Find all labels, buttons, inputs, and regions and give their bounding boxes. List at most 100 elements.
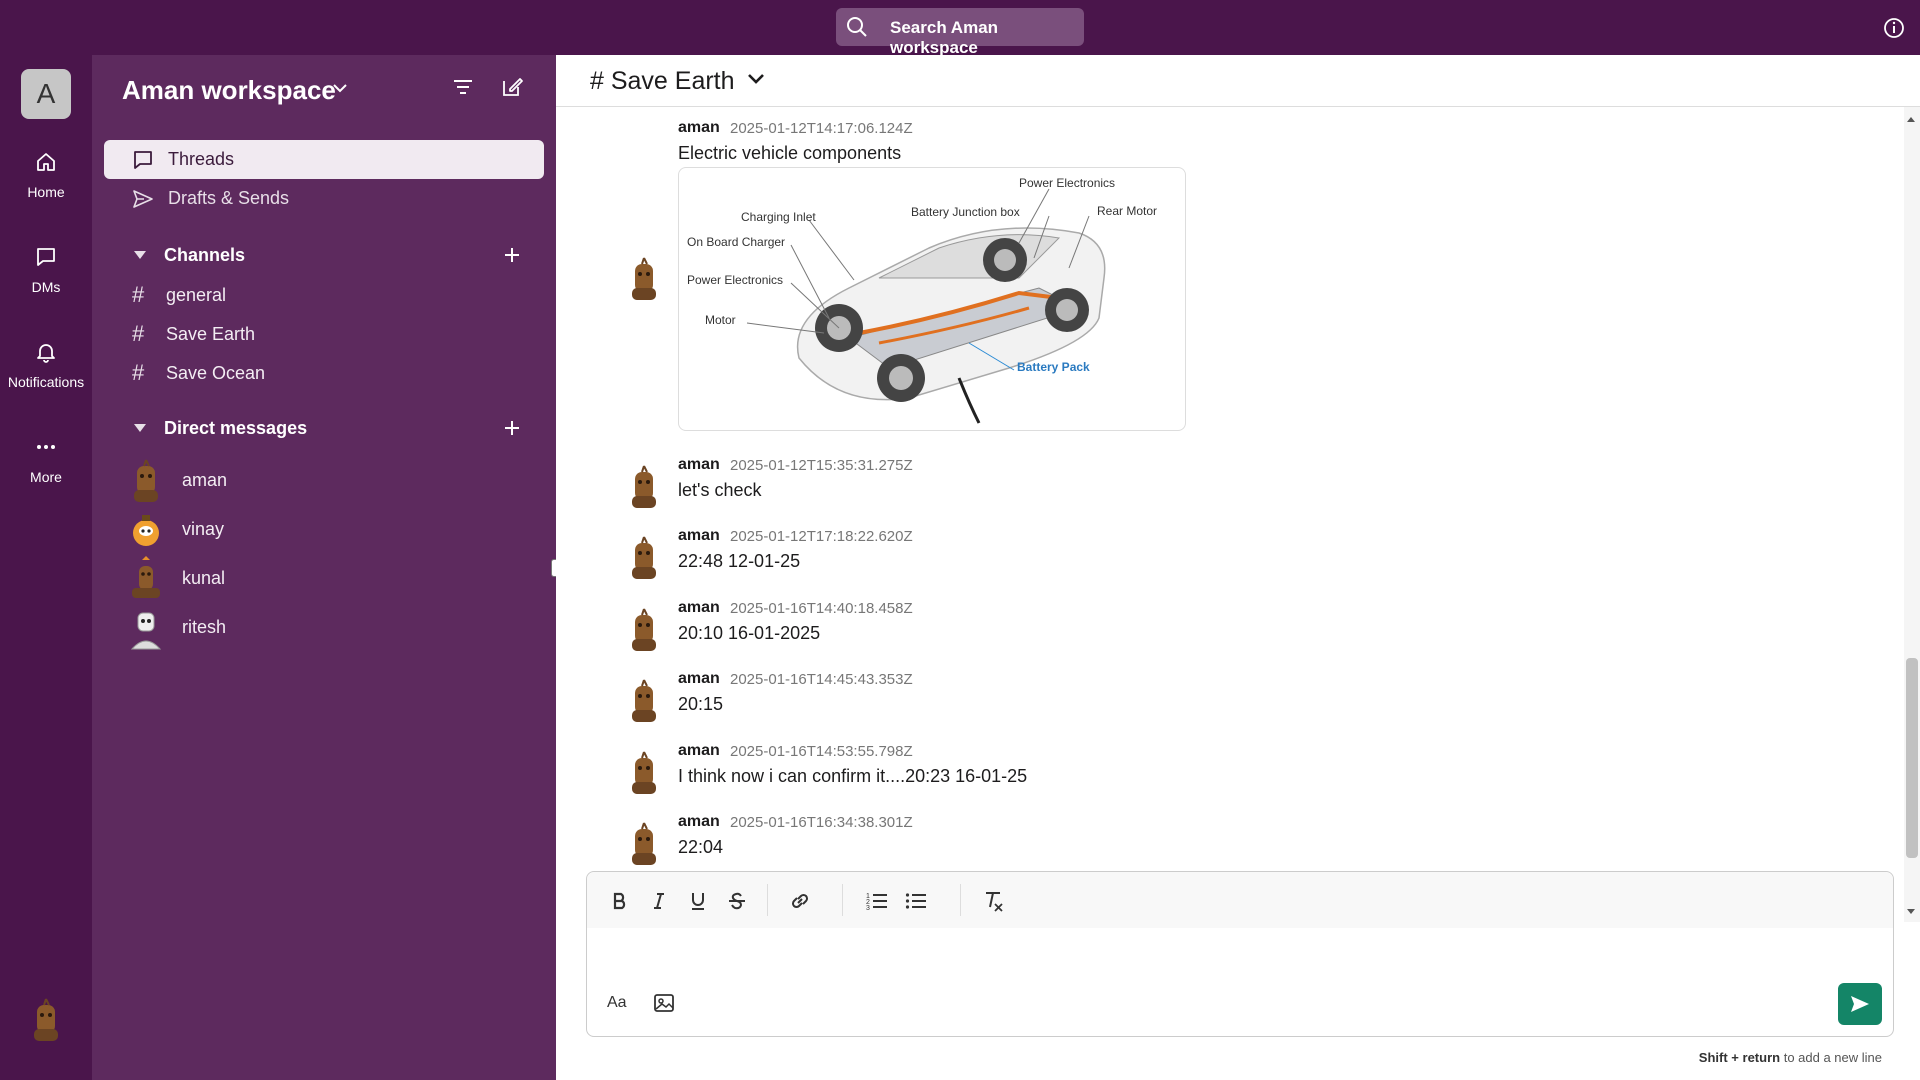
- chevron-down-icon[interactable]: [746, 71, 766, 87]
- message-author[interactable]: aman: [678, 813, 720, 831]
- dms-section-header[interactable]: Direct messages: [92, 414, 556, 444]
- home-icon: [37, 153, 55, 171]
- toolbar-divider: [767, 884, 768, 916]
- user-avatar[interactable]: [28, 995, 64, 1045]
- add-channel-icon[interactable]: [502, 245, 522, 265]
- channel-item-save-earth[interactable]: # Save Earth: [92, 317, 556, 351]
- chevron-down-icon[interactable]: [332, 81, 348, 95]
- composer-hint: Shift + return to add a new line: [1699, 1050, 1882, 1065]
- diagram-label: On Board Charger: [687, 235, 785, 249]
- send-button[interactable]: [1838, 983, 1882, 1025]
- add-dm-icon[interactable]: [502, 418, 522, 438]
- workspace-name[interactable]: Aman workspace: [122, 75, 336, 106]
- avatar: [133, 515, 159, 546]
- channel-item-general[interactable]: # general: [92, 278, 556, 312]
- rail-dms[interactable]: DMs: [0, 245, 92, 295]
- top-bar: Search Aman workspace: [0, 0, 1920, 57]
- avatar: [632, 679, 656, 722]
- rail-notifications[interactable]: Notifications: [0, 340, 92, 390]
- search-icon: [847, 17, 867, 37]
- ordered-list-button[interactable]: 123: [862, 886, 892, 916]
- avatar: [632, 465, 656, 508]
- avatar: [632, 536, 656, 579]
- message-text: 20:15: [678, 694, 724, 714]
- dm-item-vinay[interactable]: vinay: [92, 505, 556, 553]
- channel-header: # Save Earth: [556, 55, 1920, 107]
- dm-item-aman[interactable]: aman: [92, 456, 556, 504]
- info-icon[interactable]: [1883, 17, 1905, 39]
- toolbar-divider: [960, 884, 961, 916]
- message-timestamp: 2025-01-16T14:40:18.458Z: [730, 600, 913, 617]
- message-text: 20:10 16-01-2025: [678, 623, 821, 643]
- dm-label: vinay: [182, 519, 225, 539]
- message-author[interactable]: aman: [678, 742, 720, 760]
- message-list: aman 2025-01-12T14:17:06.124Z Electric v…: [556, 107, 1920, 922]
- dm-item-ritesh[interactable]: ritesh: [92, 603, 556, 651]
- link-button[interactable]: [785, 886, 815, 916]
- image-upload-icon[interactable]: [653, 992, 675, 1014]
- diagram-label: Charging Inlet: [741, 210, 816, 224]
- clear-format-button[interactable]: [978, 886, 1008, 916]
- rail-more[interactable]: More: [0, 435, 92, 485]
- caret-down-icon: [134, 251, 146, 259]
- scrollbar-thumb[interactable]: [1906, 658, 1918, 858]
- scroll-down-icon[interactable]: [1906, 908, 1916, 916]
- ordered-list-icon: 123: [866, 893, 887, 911]
- format-toggle-button[interactable]: Aa: [607, 994, 627, 1012]
- bullet-list-button[interactable]: [901, 886, 931, 916]
- send-icon: [133, 190, 153, 208]
- diagram-label: Motor: [705, 313, 736, 327]
- channel-label: general: [166, 285, 227, 305]
- channel-label: Save Ocean: [166, 363, 266, 383]
- avatar: [632, 257, 656, 300]
- sidebar: Aman workspace Threads Drafts & Sends Ch…: [92, 55, 556, 1080]
- message-author[interactable]: aman: [678, 456, 720, 474]
- rail-notifications-label: Notifications: [7, 374, 85, 390]
- hash-icon: #: [132, 360, 145, 385]
- toolbar-divider: [842, 884, 843, 916]
- message-timestamp: 2025-01-16T16:34:38.301Z: [730, 814, 913, 831]
- message-text: 22:04: [678, 837, 724, 857]
- avatar: [132, 556, 160, 598]
- rail-dms-label: DMs: [31, 279, 61, 295]
- message-author[interactable]: aman: [678, 670, 720, 688]
- nav-drafts-sends[interactable]: Drafts & Sends: [104, 179, 544, 218]
- bold-button[interactable]: [605, 886, 635, 916]
- channels-section-header[interactable]: Channels: [92, 241, 556, 271]
- message-timestamp: 2025-01-16T14:45:43.353Z: [730, 671, 913, 688]
- threads-icon: [134, 151, 152, 169]
- nav-threads[interactable]: Threads: [104, 140, 544, 179]
- image-attachment[interactable]: Power Electronics Charging Inlet Battery…: [678, 167, 1186, 431]
- message-timestamp: 2025-01-12T15:35:31.275Z: [730, 457, 913, 474]
- workspace-avatar[interactable]: A: [21, 69, 71, 119]
- message-author[interactable]: aman: [678, 527, 720, 545]
- strikethrough-button[interactable]: [722, 886, 752, 916]
- channel-title[interactable]: # Save Earth: [590, 67, 735, 96]
- rail-home[interactable]: Home: [0, 150, 92, 200]
- diagram-label: Battery Pack: [1017, 360, 1090, 374]
- hash-icon: #: [132, 321, 145, 346]
- filter-icon[interactable]: [452, 77, 474, 97]
- dm-label: kunal: [182, 568, 226, 588]
- message-author[interactable]: aman: [678, 599, 720, 617]
- compose-icon[interactable]: [500, 75, 524, 99]
- formatting-toolbar: 123: [587, 872, 1893, 928]
- message-timestamp: 2025-01-16T14:53:55.798Z: [730, 743, 913, 760]
- search-label: Search Aman workspace: [890, 18, 999, 57]
- message-author[interactable]: aman: [678, 119, 720, 137]
- app-rail: A Home DMs Notifications More: [0, 55, 92, 1080]
- bell-icon: [37, 344, 55, 363]
- italic-icon: [654, 893, 664, 909]
- underline-button[interactable]: [683, 886, 713, 916]
- avatar: [632, 751, 656, 794]
- dm-item-kunal[interactable]: kunal: [92, 554, 556, 602]
- hint-text: to add a new line: [1783, 1050, 1882, 1065]
- hint-key-return: return: [1742, 1050, 1781, 1065]
- scroll-up-icon[interactable]: [1906, 115, 1916, 123]
- italic-button[interactable]: [644, 886, 674, 916]
- channel-item-save-ocean[interactable]: # Save Ocean: [92, 356, 556, 390]
- workspace-search[interactable]: Search Aman workspace: [836, 8, 1084, 57]
- dm-label: ritesh: [182, 617, 227, 637]
- channel-view: # Save Earth aman 2025-01-12T14:17:06.12…: [556, 55, 1920, 1080]
- hint-key-shift: Shift: [1698, 1050, 1728, 1065]
